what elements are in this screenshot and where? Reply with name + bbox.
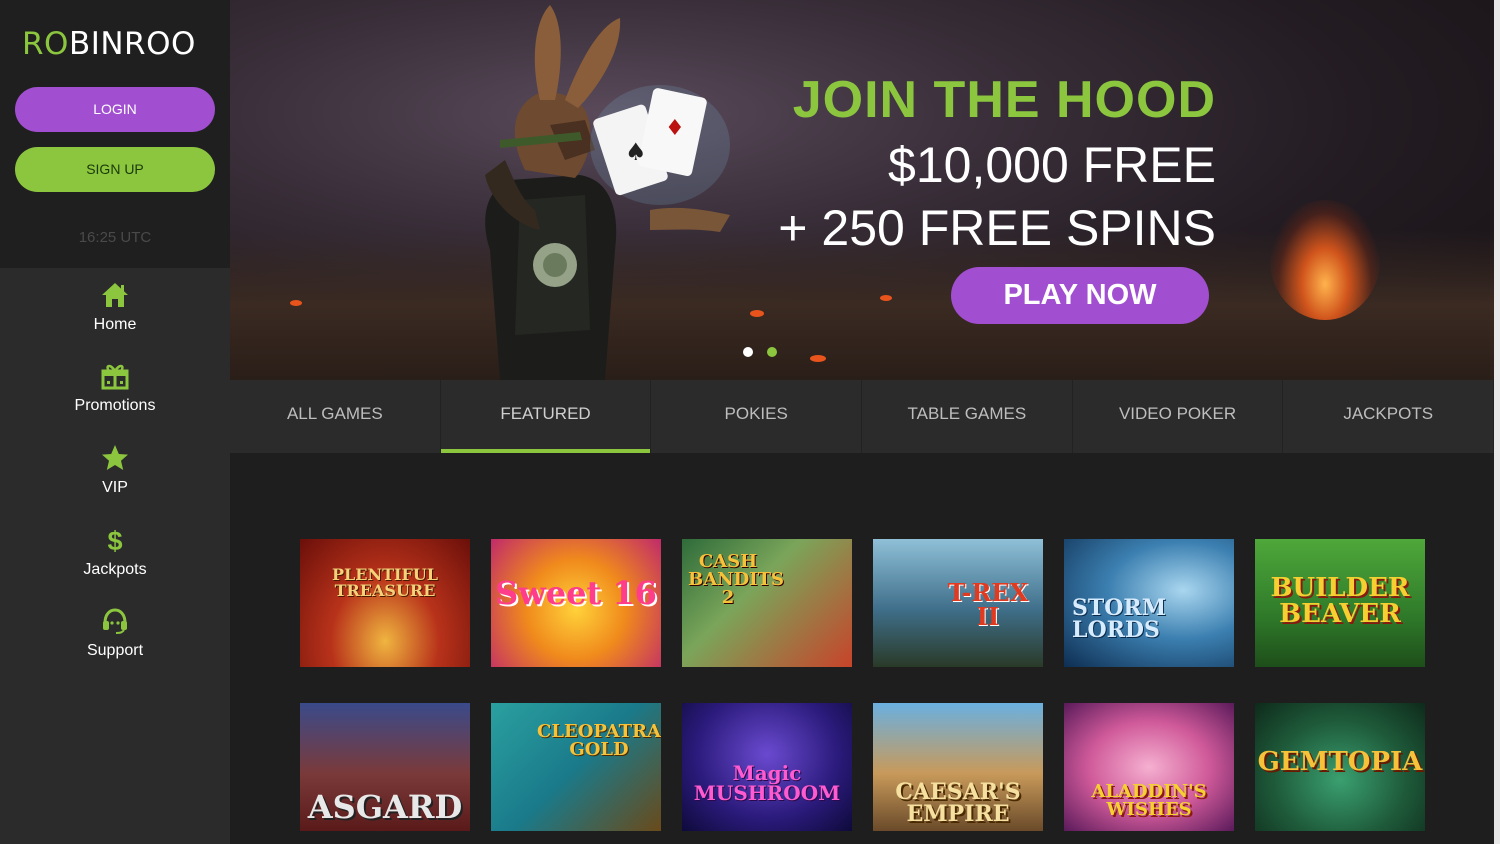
dollar-icon: $ [107, 526, 122, 555]
tab-pokies[interactable]: POKIES [651, 380, 863, 453]
game-title: Magic MUSHROOM [693, 761, 841, 805]
game-title: STORM LORDS [1072, 595, 1167, 643]
tab-all-games[interactable]: ALL GAMES [230, 380, 441, 453]
app-root: ROBINROO LOGIN SIGN UP 16:25 UTC Home Pr… [0, 0, 1500, 844]
game-title: PLENTIFUL TREASURE [331, 565, 439, 600]
sidebar-item-vip[interactable]: VIP [0, 443, 230, 513]
ember-3 [880, 295, 892, 301]
game-category-tabs: ALL GAMES FEATURED POKIES TABLE GAMES VI… [230, 380, 1495, 453]
sidebar-item-home[interactable]: Home [0, 280, 230, 350]
sidebar-item-label: Jackpots [83, 561, 147, 578]
sidebar-item-label: Support [86, 642, 144, 659]
login-button[interactable]: LOGIN [15, 87, 215, 132]
game-tile-caesars-empire[interactable]: CAESAR'S EMPIRE [873, 703, 1043, 831]
game-tile-magic-mushroom[interactable]: Magic MUSHROOM [682, 703, 852, 831]
home-icon [102, 283, 128, 307]
games-grid: PLENTIFUL TREASURE Sweet 16 CASH BANDITS… [230, 453, 1494, 844]
ember-1 [290, 300, 302, 306]
game-tile-cash-bandits-2[interactable]: CASH BANDITS 2 [682, 539, 852, 667]
tab-table-games[interactable]: TABLE GAMES [862, 380, 1073, 453]
headset-icon [103, 608, 127, 634]
sidebar: ROBINROO LOGIN SIGN UP 16:25 UTC Home Pr… [0, 0, 230, 844]
game-title: CLEOPATRA'S GOLD [537, 721, 661, 760]
signup-button[interactable]: SIGN UP [15, 147, 215, 192]
play-now-button[interactable]: PLAY NOW [951, 267, 1209, 324]
sidebar-item-promotions[interactable]: Promotions [0, 361, 230, 431]
game-tile-builder-beaver[interactable]: BUILDER BEAVER [1255, 539, 1425, 667]
game-title: BUILDER BEAVER [1270, 573, 1410, 629]
game-tile-gemtopia[interactable]: GEMTOPIA [1255, 703, 1425, 831]
game-title: GEMTOPIA [1257, 747, 1423, 777]
tab-featured[interactable]: FEATURED [440, 380, 652, 453]
svg-text:♠: ♠ [625, 138, 647, 166]
game-tile-storm-lords[interactable]: STORM LORDS [1064, 539, 1234, 667]
game-title: ALADDIN'S WISHES [1091, 781, 1207, 820]
game-title: ASGARD [307, 788, 463, 826]
robinroo-logo[interactable]: ROBINROO [22, 26, 196, 62]
game-tile-sweet-16[interactable]: Sweet 16 [491, 539, 661, 667]
ember-2 [750, 310, 764, 317]
sidebar-header: ROBINROO LOGIN SIGN UP 16:25 UTC [0, 0, 230, 268]
game-tile-cleopatras-gold[interactable]: CLEOPATRA'S GOLD [491, 703, 661, 831]
sidebar-item-label: Home [93, 316, 137, 333]
hero-banner[interactable]: ♠ ♦ JOIN THE HOOD $10,000 FREE + 250 FRE… [230, 0, 1494, 380]
sidebar-item-label: VIP [102, 479, 128, 496]
campfire-glow [1270, 200, 1380, 320]
logo-letter-o: O [44, 26, 69, 62]
playing-cards-image: ♠ ♦ [590, 85, 730, 205]
game-tile-t-rex-ii[interactable]: T-REX II [873, 539, 1043, 667]
star-icon [102, 445, 128, 470]
hero-offer-amount: $10,000 FREE [888, 137, 1216, 193]
hero-offer-spins: + 250 FREE SPINS [778, 200, 1216, 256]
sidebar-item-jackpots[interactable]: $ Jackpots [0, 525, 230, 595]
game-tile-asgard[interactable]: ASGARD [300, 703, 470, 831]
game-title: CAESAR'S EMPIRE [895, 779, 1021, 827]
game-tile-plentiful-treasure[interactable]: PLENTIFUL TREASURE [300, 539, 470, 667]
tab-jackpots[interactable]: JACKPOTS [1283, 380, 1495, 453]
tab-video-poker[interactable]: VIDEO POKER [1073, 380, 1284, 453]
gift-icon [101, 364, 129, 390]
scrollbar-track[interactable] [1494, 0, 1500, 844]
sidebar-item-label: Promotions [74, 397, 156, 414]
logo-text: BINROO [68, 26, 196, 62]
game-title: Sweet 16 [495, 574, 657, 612]
utc-clock: 16:25 UTC [78, 229, 152, 246]
sidebar-item-support[interactable]: Support [0, 606, 230, 676]
game-tile-aladdins-wishes[interactable]: ALADDIN'S WISHES [1064, 703, 1234, 831]
game-title: T-REX II [947, 578, 1029, 631]
svg-text:♦: ♦ [665, 116, 685, 141]
carousel-dot-2[interactable] [767, 347, 777, 357]
game-title: CASH BANDITS 2 [688, 551, 785, 608]
ember-4 [810, 355, 826, 362]
hero-headline: JOIN THE HOOD [792, 71, 1216, 129]
carousel-dot-1[interactable] [743, 347, 753, 357]
svg-text:$: $ [107, 526, 122, 555]
logo-letter-r: R [22, 26, 45, 62]
